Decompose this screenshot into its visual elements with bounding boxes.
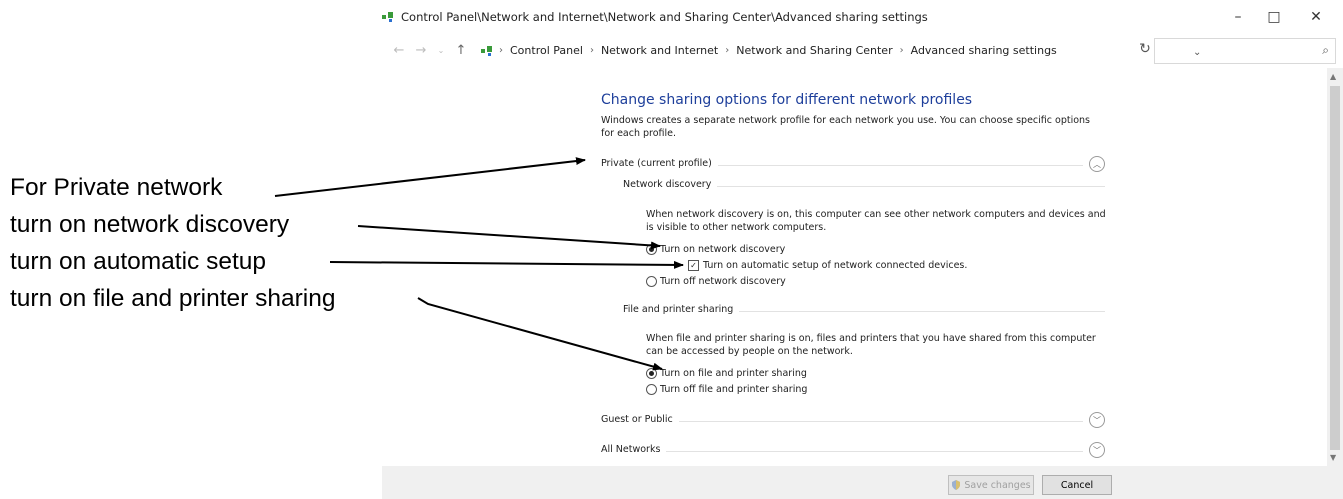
arrow-auto-setup (329, 260, 684, 269)
arrow-file-sharing (417, 297, 663, 371)
arrow-discovery (357, 225, 661, 250)
arrow-private (274, 157, 586, 197)
annotation-arrows (274, 157, 684, 371)
